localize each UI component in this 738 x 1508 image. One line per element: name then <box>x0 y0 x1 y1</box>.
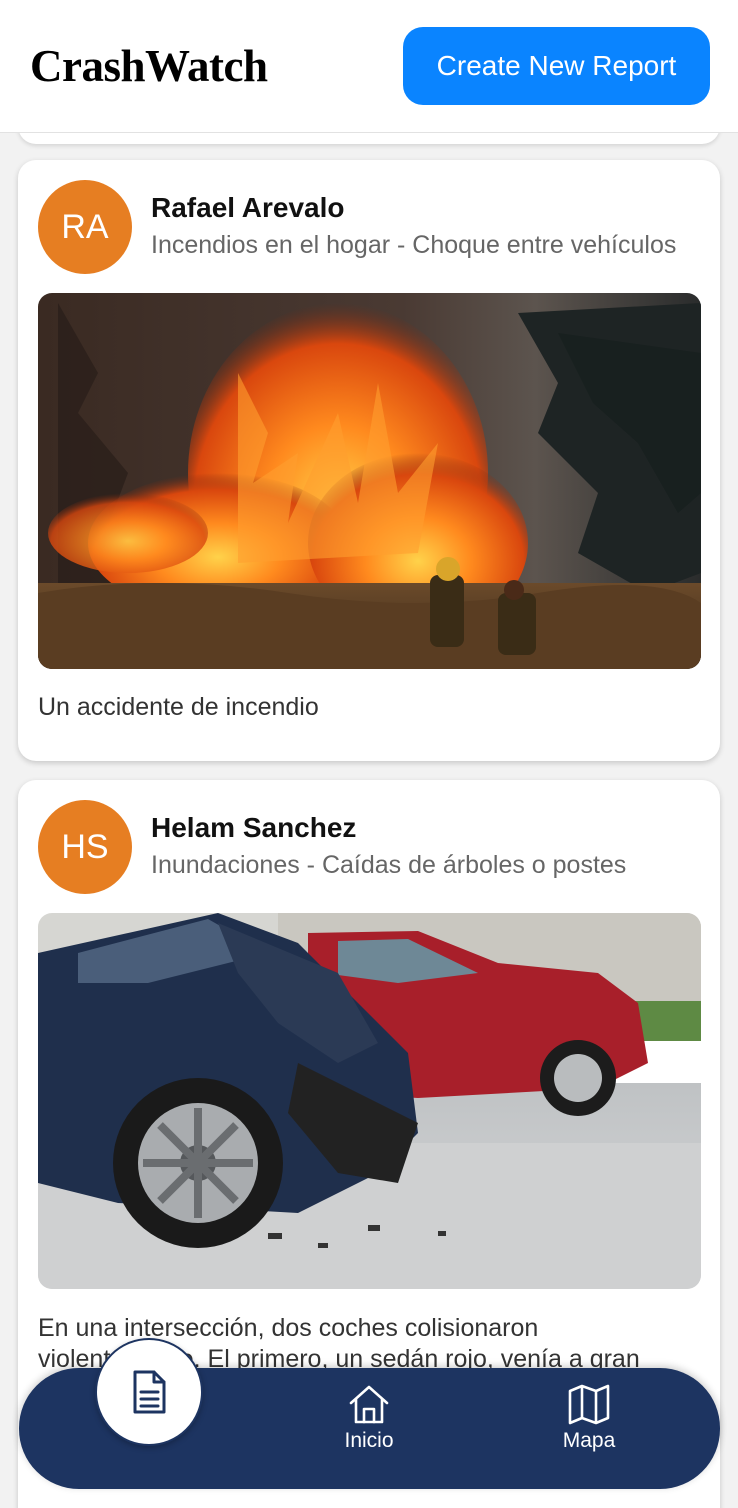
post-header: RA Rafael Arevalo Incendios en el hogar … <box>38 180 700 274</box>
wildfire-photo[interactable] <box>38 293 701 669</box>
document-icon <box>133 1370 166 1414</box>
user-info: Helam Sanchez Inundaciones - Caídas de á… <box>151 810 626 884</box>
user-name[interactable]: Helam Sanchez <box>151 810 626 846</box>
user-info: Rafael Arevalo Incendios en el hogar - C… <box>151 190 676 264</box>
nav-item-home[interactable]: Inicio <box>309 1383 429 1453</box>
car-crash-photo[interactable] <box>38 913 701 1289</box>
create-new-report-button[interactable]: Create New Report <box>403 27 710 105</box>
post-header: HS Helam Sanchez Inundaciones - Caídas d… <box>38 800 700 894</box>
app-logo: CrashWatch <box>30 41 268 91</box>
post-description: Un accidente de incendio <box>38 693 319 721</box>
nav-label: Mapa <box>562 1429 616 1452</box>
avatar[interactable]: RA <box>38 180 132 274</box>
app-header: CrashWatch Create New Report <box>0 0 738 133</box>
avatar[interactable]: HS <box>38 800 132 894</box>
post-categories: Inundaciones - Caídas de árboles o poste… <box>151 851 627 879</box>
nav-item-map[interactable]: Mapa <box>529 1383 649 1453</box>
map-icon <box>568 1384 610 1425</box>
nav-label: Inicio <box>344 1429 394 1452</box>
post-categories: Incendios en el hogar - Choque entre veh… <box>151 231 677 259</box>
post-card[interactable]: RA Rafael Arevalo Incendios en el hogar … <box>18 160 720 761</box>
nav-item-reports[interactable] <box>95 1338 203 1446</box>
home-icon <box>349 1385 389 1424</box>
user-name[interactable]: Rafael Arevalo <box>151 190 676 226</box>
